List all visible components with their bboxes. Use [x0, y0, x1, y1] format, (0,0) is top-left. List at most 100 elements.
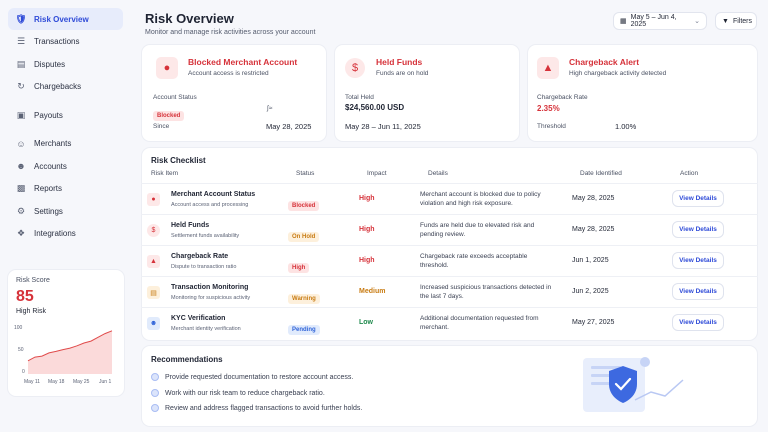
impact: Low: [359, 319, 373, 326]
view-details-button[interactable]: View Details: [672, 283, 724, 300]
list-item: Work with our risk team to reduce charge…: [151, 389, 325, 397]
view-details-button[interactable]: View Details: [672, 314, 724, 331]
status-badge: Pending: [288, 325, 320, 335]
page-subtitle: Monitor and manage risk activities acros…: [145, 29, 316, 36]
shield-icon: 🛡︎: [15, 13, 27, 24]
info-icon: [151, 389, 159, 397]
risk-score-label: Risk Score: [16, 277, 50, 284]
col-header: Action: [680, 170, 699, 177]
table-row: ● Merchant Account Status Account access…: [141, 183, 758, 214]
warning-icon: ▲: [537, 57, 559, 79]
user-icon: ☻: [16, 161, 26, 171]
hold-period: May 28 – Jun 11, 2025: [345, 122, 421, 131]
wallet-icon: ▣: [16, 109, 26, 120]
card-title: Blocked Merchant Account: [188, 57, 298, 67]
sidebar-item-payouts[interactable]: ▣ Payouts: [8, 104, 123, 126]
lock-icon: ●: [156, 57, 178, 79]
sidebar-item-transactions[interactable]: ☰ Transactions: [8, 31, 123, 53]
monitor-icon: ▤: [147, 286, 160, 299]
risk-score-card: Risk Score 85 High Risk 100 50 0 May 11 …: [8, 270, 124, 396]
col-header: Date Identified: [580, 170, 622, 177]
warning-icon: ▲: [147, 255, 160, 268]
lock-icon: ●: [147, 193, 160, 206]
refresh-icon: ↻: [17, 81, 25, 91]
date-range-picker[interactable]: ▦ May 5 – Jun 4, 2025 ⌄: [613, 12, 707, 30]
risk-level: High Risk: [16, 308, 46, 315]
signature-icon: ∫≈: [267, 105, 273, 112]
document-icon: ▤: [16, 58, 26, 69]
list-item: Provide requested documentation to resto…: [151, 373, 353, 381]
filters-button[interactable]: ▼ Filters: [715, 12, 757, 30]
status-badge: On Hold: [288, 232, 320, 242]
puzzle-icon: ❖: [16, 228, 26, 238]
sidebar-item-accounts[interactable]: ☻ Accounts: [8, 155, 123, 177]
sidebar-item-risk-overview[interactable]: 🛡︎ Risk Overview: [8, 8, 123, 30]
blocked-merchant-card: ● Blocked Merchant Account Account acces…: [142, 45, 326, 141]
account-status-label: Account Status: [153, 94, 197, 101]
sidebar-item-merchants[interactable]: ☺ Merchants: [8, 133, 123, 155]
since-value: May 28, 2025: [266, 122, 312, 131]
chargeback-alert-card: ▲ Chargeback Alert High chargeback activ…: [528, 45, 757, 141]
impact: High: [359, 195, 375, 202]
risk-score-value: 85: [16, 288, 34, 305]
view-details-button[interactable]: View Details: [672, 221, 724, 238]
sidebar-item-chargebacks[interactable]: ↻ Chargebacks: [8, 76, 123, 98]
gear-icon: ⚙: [16, 205, 26, 216]
x-tick-label: Jun 1: [99, 379, 111, 385]
sidebar-item-integrations[interactable]: ❖ Integrations: [8, 223, 123, 245]
col-header: Risk Item: [151, 170, 179, 177]
chargeback-rate-value: 2.35%: [537, 104, 560, 113]
view-details-button[interactable]: View Details: [672, 190, 724, 207]
status-badge: Warning: [288, 294, 320, 304]
list-item: Review and address flagged transactions …: [151, 404, 362, 412]
main-content: Risk Overview Monitor and manage risk ac…: [131, 0, 768, 432]
col-header: Status: [296, 170, 315, 177]
card-title: Held Funds: [376, 57, 423, 67]
table-row: ▤ Transaction Monitoring Monitoring for …: [141, 276, 758, 307]
threshold-value: 1.00%: [615, 122, 637, 131]
col-header: Impact: [367, 170, 387, 177]
card-desc: Funds are on hold: [376, 70, 429, 77]
total-held-value: $24,560.00 USD: [345, 103, 405, 112]
sidebar-item-settings[interactable]: ⚙ Settings: [8, 200, 123, 222]
page-title: Risk Overview: [145, 11, 234, 26]
dollar-icon: $: [345, 58, 365, 78]
calendar-icon: ▦: [620, 18, 627, 25]
x-tick-label: May 25: [73, 379, 90, 385]
shield-illustration-icon: [583, 357, 684, 412]
status-badge: Blocked: [153, 111, 185, 121]
filter-icon: ▼: [722, 17, 729, 25]
card-desc: Account access is restricted: [188, 70, 269, 77]
info-icon: [151, 404, 159, 412]
total-held-label: Total Held: [345, 94, 374, 101]
dollar-icon: $: [147, 224, 160, 237]
list-icon: ☰: [16, 36, 26, 46]
y-tick-label: 100: [14, 325, 23, 331]
sidebar-item-reports[interactable]: ▩ Reports: [8, 178, 123, 200]
sidebar-item-disputes[interactable]: ▤ Disputes: [8, 53, 123, 75]
status-badge: High: [288, 263, 310, 273]
chart-icon: ▩: [16, 183, 26, 193]
since-label: Since: [153, 123, 170, 130]
status-badge: Blocked: [288, 201, 320, 211]
card-desc: High chargeback activity detected: [569, 70, 667, 77]
col-header: Details: [428, 170, 448, 177]
users-icon: ☺: [16, 138, 26, 149]
table-row: ☻ KYC Verification Merchant identity ver…: [141, 307, 758, 338]
y-tick-label: 50: [18, 347, 24, 353]
x-tick-label: May 11: [24, 379, 40, 385]
chevron-down-icon: ⌄: [694, 18, 700, 25]
impact: High: [359, 257, 375, 264]
threshold-label: Threshold: [537, 123, 566, 130]
section-title: Risk Checklist: [151, 156, 206, 165]
x-tick-label: May 18: [48, 379, 65, 385]
recommendations-card: Recommendations: [142, 346, 757, 426]
section-title: Recommendations: [151, 355, 223, 364]
held-funds-card: $ Held Funds Funds are on hold Total Hel…: [335, 45, 519, 141]
impact: High: [359, 226, 375, 233]
chart-area: [28, 330, 112, 374]
table-row: ▲ Chargeback Rate Dispute to transaction…: [141, 245, 758, 276]
info-icon: [151, 373, 159, 381]
view-details-button[interactable]: View Details: [672, 252, 724, 269]
id-card-icon: ☻: [147, 317, 160, 330]
